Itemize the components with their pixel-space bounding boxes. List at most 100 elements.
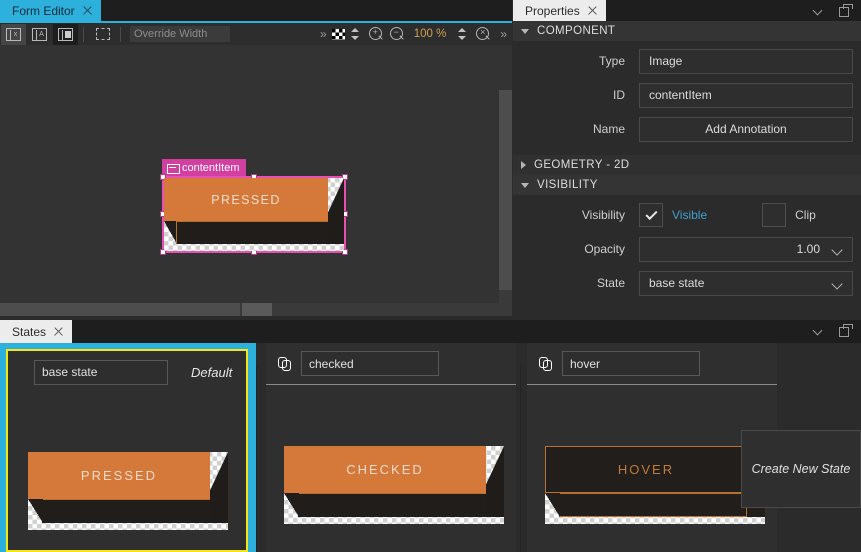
property-row-opacity: Opacity 1.00 <box>513 235 857 263</box>
state-preview-base[interactable]: PRESSED <box>8 392 246 550</box>
scrollbar-grip[interactable] <box>242 303 272 316</box>
transparency-swatch-icon[interactable] <box>331 28 345 40</box>
link-icon[interactable] <box>539 357 553 371</box>
align-fill-icon[interactable] <box>53 23 78 45</box>
float-window-icon[interactable] <box>839 4 853 17</box>
section-header-component[interactable]: COMPONENT <box>513 21 861 41</box>
tab-states-label: States <box>12 324 47 339</box>
tab-close-icon[interactable] <box>82 5 93 16</box>
type-value: Image <box>649 54 683 68</box>
align-text-off-icon[interactable]: x <box>1 23 26 45</box>
opacity-value: 1.00 <box>796 242 820 256</box>
section-header-visibility[interactable]: VISIBILITY <box>513 175 861 195</box>
scrollbar-thumb[interactable] <box>0 303 240 316</box>
label-id: ID <box>613 88 625 102</box>
button-face: PRESSED <box>164 178 328 221</box>
component-folder-icon <box>167 163 180 174</box>
states-divider <box>256 366 257 552</box>
state-dropdown[interactable]: base state <box>639 270 853 296</box>
section-header-geometry[interactable]: GEOMETRY - 2D <box>513 155 861 175</box>
state-thumbnail-hover: HOVER <box>545 446 765 524</box>
properties-tabbar: Properties <box>513 0 861 21</box>
canvas-vertical-scrollbar[interactable] <box>499 90 512 303</box>
state-preview-checked[interactable]: CHECKED <box>266 386 516 552</box>
state-header-checked: checked <box>266 343 516 385</box>
override-width-input[interactable]: Override Width <box>130 26 230 42</box>
component-name-label: contentItem <box>182 161 240 174</box>
states-list: base state Default PRESSED checked CHECK… <box>0 343 861 552</box>
component-preview-graphic: PRESSED <box>164 178 344 251</box>
state-header-base: base state Default <box>8 351 246 393</box>
toolbar-overflow-icon[interactable]: » <box>320 27 327 41</box>
state-header-hover: hover <box>527 343 777 385</box>
form-editor-toolbar: x A Override Width » + − 100 % × » <box>0 23 512 45</box>
chevron-right-icon <box>521 161 526 169</box>
section-component-title: COMPONENT <box>537 25 616 37</box>
checkmark-icon <box>644 207 658 220</box>
component-name-badge[interactable]: contentItem <box>162 159 247 176</box>
state-preview-hover[interactable]: HOVER <box>527 386 777 552</box>
state-name-input-hover[interactable]: hover <box>562 351 700 376</box>
component-properties: Type Image ID contentItem Name Add Annot… <box>513 41 861 155</box>
state-card-checked[interactable]: checked CHECKED <box>266 343 516 552</box>
label-visibility: Visibility <box>581 208 625 222</box>
tabbar-empty-space <box>100 0 512 21</box>
id-field[interactable]: contentItem <box>639 82 853 108</box>
zoom-in-icon[interactable]: + <box>368 26 384 42</box>
state-card-hover[interactable]: hover HOVER <box>527 343 777 552</box>
form-editor-canvas[interactable]: contentItem PRESSED <box>0 45 512 303</box>
visible-label: Visible <box>672 208 708 222</box>
toolbar-overflow-icon-2[interactable]: » <box>500 27 507 41</box>
button-3d-edge <box>176 221 177 244</box>
zoom-reset-icon[interactable]: × <box>476 26 491 42</box>
zoom-level-value[interactable]: 100 % <box>414 28 447 40</box>
property-row-name: Name Add Annotation <box>513 115 857 143</box>
label-type: Type <box>598 54 625 68</box>
tabbar-empty-space <box>72 320 861 343</box>
visible-checkbox[interactable] <box>639 203 663 227</box>
zoom-spinner-icon[interactable] <box>457 27 468 41</box>
state-card-base[interactable]: base state Default PRESSED <box>0 343 256 552</box>
clip-checkbox[interactable] <box>762 203 787 227</box>
state-name-input-base[interactable]: base state <box>34 359 168 385</box>
properties-window-controls <box>813 0 861 21</box>
state-value: base state <box>649 276 705 290</box>
id-value: contentItem <box>649 88 712 102</box>
tab-properties[interactable]: Properties <box>513 0 606 21</box>
override-width-placeholder: Override Width <box>134 28 208 40</box>
type-field[interactable]: Image <box>639 48 853 74</box>
canvas-horizontal-scrollbar[interactable] <box>0 303 512 316</box>
create-new-state-button[interactable]: Create New State <box>741 430 861 508</box>
opacity-field[interactable]: 1.00 <box>639 236 853 262</box>
add-annotation-button[interactable]: Add Annotation <box>639 116 853 142</box>
toolbar-divider <box>120 26 121 42</box>
button-text: PRESSED <box>211 192 281 207</box>
state-name-value: checked <box>309 356 354 371</box>
float-window-icon[interactable] <box>839 324 853 337</box>
tab-close-icon[interactable] <box>53 326 64 337</box>
state-name-input-checked[interactable]: checked <box>301 351 439 376</box>
tab-form-editor-label: Form Editor <box>12 3 75 18</box>
chevron-down-icon[interactable] <box>832 278 843 289</box>
scrollbar-thumb[interactable] <box>499 90 512 290</box>
spinner-icon[interactable] <box>350 27 361 41</box>
chevron-down-icon[interactable] <box>813 4 826 17</box>
form-editor-panel: Form Editor x A Override Width » + − 100… <box>0 0 512 318</box>
states-divider <box>520 366 521 552</box>
state-preview-text: HOVER <box>617 462 675 477</box>
label-opacity: Opacity <box>584 242 625 256</box>
marquee-select-icon[interactable] <box>90 24 115 45</box>
chevron-down-icon[interactable] <box>813 324 826 337</box>
tab-states[interactable]: States <box>0 320 73 343</box>
state-preview-text: PRESSED <box>80 468 158 483</box>
property-row-id: ID contentItem <box>513 81 857 109</box>
tab-close-icon[interactable] <box>587 5 598 16</box>
label-name: Name <box>592 122 625 136</box>
section-geometry-title: GEOMETRY - 2D <box>534 159 630 171</box>
align-text-a-icon[interactable]: A <box>27 24 52 45</box>
tab-form-editor[interactable]: Form Editor <box>0 0 101 21</box>
chevron-down-icon[interactable] <box>832 244 843 255</box>
zoom-out-icon[interactable]: − <box>389 26 405 42</box>
link-icon[interactable] <box>278 357 292 371</box>
states-panel: States base state Default PRESSED checke… <box>0 320 861 552</box>
